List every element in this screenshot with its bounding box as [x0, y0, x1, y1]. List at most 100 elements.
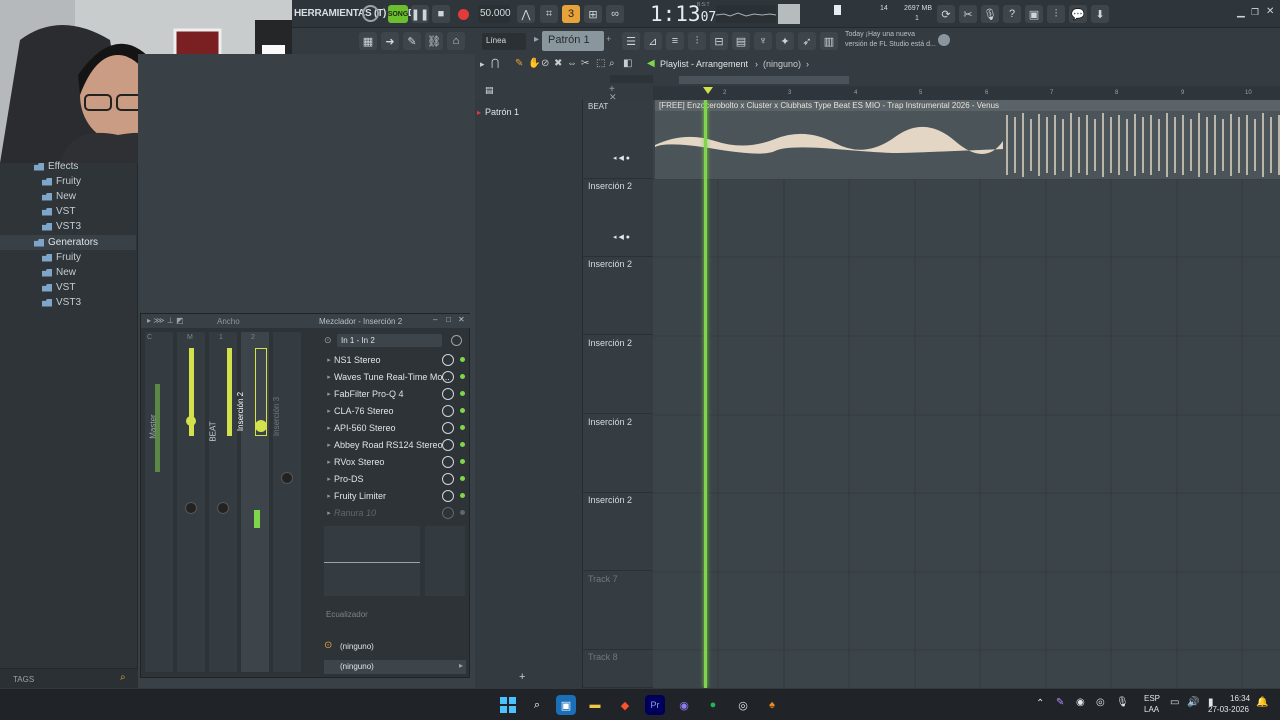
fl-studio-icon[interactable]: ♠ [762, 695, 782, 715]
minimize-button[interactable]: ▁ [1237, 7, 1245, 18]
mute-tool-icon[interactable]: ✖ [554, 58, 562, 69]
link-button[interactable]: ⛓ [425, 32, 443, 50]
tools-mic-button[interactable]: ✦ [776, 32, 794, 50]
slot-enable-dot[interactable] [460, 357, 465, 362]
slot-mix-knob[interactable] [442, 353, 454, 366]
stamp-button[interactable]: ⌂ [447, 32, 465, 50]
news-line-2[interactable]: versión de FL Studio está d... [845, 41, 936, 48]
browser-item-fruity-gen[interactable]: Fruity [0, 250, 136, 265]
tray-pen-icon[interactable]: ✎ [1056, 697, 1064, 708]
record-button[interactable] [454, 5, 472, 23]
fx-slot[interactable]: ▸ Fruity Limiter [324, 488, 466, 503]
mixer-view-button[interactable]: ⫶ [688, 32, 706, 50]
fx-slot[interactable]: ▸ CLA-76 Stereo [324, 403, 466, 418]
track-mute-icon[interactable]: ◂ ◀ ● [613, 154, 630, 162]
piano-keys-button[interactable]: ▦ [359, 32, 377, 50]
slot-mix-knob[interactable] [442, 489, 454, 502]
news-line-1[interactable]: Today ¡Hay una nueva [845, 31, 915, 38]
playhead-line[interactable] [704, 100, 707, 688]
clock-time[interactable]: 16:34 [1230, 694, 1250, 703]
fx-slot-empty[interactable]: ▸ Ranura 10 [324, 505, 466, 520]
fx-slot[interactable]: ▸ FabFilter Pro-Q 4 [324, 386, 466, 401]
fx-slot[interactable]: ▸ NS1 Stereo [324, 352, 466, 367]
browser-item-vst[interactable]: VST [0, 204, 136, 219]
mixer-button[interactable]: ⫶ [1047, 5, 1065, 23]
news-button[interactable]: ▥ [820, 32, 838, 50]
pause-button[interactable]: ❚❚ [411, 5, 429, 23]
track-header[interactable]: BEAT ◂ ◀ ● [583, 100, 653, 179]
tempo-display[interactable]: 50.000 [478, 5, 511, 23]
playlist-grid[interactable]: [FREE] Enzocerobolto x Cluster x Clubhat… [653, 100, 1280, 688]
start-icon[interactable] [498, 695, 518, 715]
song-mode-button[interactable]: SONG [388, 5, 408, 23]
channel-rack-button[interactable]: ≡ [666, 32, 684, 50]
slot-enable-dot[interactable] [460, 391, 465, 396]
mixer-tools-icon[interactable]: ▸ ⋙ ⊥ ◩ [147, 316, 184, 325]
timeline-view-range[interactable] [679, 76, 849, 84]
track-header[interactable]: Inserción 2 [583, 257, 653, 335]
insert3-pan-knob[interactable] [281, 472, 293, 484]
arrangement-select[interactable]: (ninguno) [763, 59, 801, 69]
fx-slot[interactable]: ▸ Waves Tune Real-Time Mo... [324, 369, 466, 384]
restore-button[interactable]: ❐ [1251, 7, 1259, 18]
master-fader-knob[interactable] [186, 416, 196, 426]
slot-mix-knob[interactable] [442, 455, 454, 468]
browser-item-vst3[interactable]: VST3 [0, 219, 136, 234]
wait-input-button[interactable]: ⌗ [540, 5, 558, 23]
mixer-strip-master[interactable]: C Master [145, 332, 173, 672]
snap-select[interactable]: Línea [482, 33, 526, 50]
slot-mix-knob[interactable] [442, 506, 454, 519]
mixer-maximize-icon[interactable]: □ [446, 315, 451, 324]
pattern-list-icon[interactable]: ▤ [485, 85, 494, 96]
slot-mix-knob[interactable] [442, 472, 454, 485]
track-header[interactable]: Inserción 2 ◂ ◀ ● [583, 179, 653, 257]
fx-slot[interactable]: ▸ RVox Stereo [324, 454, 466, 469]
volume-icon[interactable]: 🔊 [1187, 697, 1199, 708]
slip-tool-icon[interactable]: ⇔ [567, 58, 577, 69]
playlist-menu-icon[interactable]: ▸ [480, 59, 485, 70]
slice-tool-icon[interactable]: ✂ [581, 58, 589, 69]
pencil-button[interactable]: ✎ [403, 32, 421, 50]
download-button[interactable]: ⬇ [1091, 5, 1109, 23]
track-header[interactable]: Inserción 2 [583, 493, 653, 571]
mixer-output-1[interactable]: ⊙ (ninguno) [324, 640, 466, 654]
plugin-db-button[interactable]: ▤ [732, 32, 750, 50]
tags-label[interactable]: TAGS [13, 675, 34, 684]
slot-enable-dot[interactable] [460, 374, 465, 379]
eq-sliders[interactable] [425, 526, 465, 596]
search-icon[interactable]: ⌕ [120, 672, 126, 683]
language-indicator[interactable]: ESP [1144, 694, 1160, 703]
notification-bell-icon[interactable]: 🔔 [1256, 697, 1268, 708]
slot-enable-dot[interactable] [460, 408, 465, 413]
pattern-add-icon[interactable]: + [519, 671, 525, 683]
network-icon[interactable]: ▭ [1170, 697, 1179, 708]
mixer-width-label[interactable]: Ancho [217, 317, 240, 326]
undo-history-button[interactable]: ⟳ [937, 5, 955, 23]
steam-icon[interactable]: ◎ [733, 695, 753, 715]
browser-item-effects[interactable]: Effects [0, 159, 136, 174]
slot-enable-dot[interactable] [460, 510, 465, 515]
slot-enable-dot[interactable] [460, 476, 465, 481]
playlist-button[interactable]: ☰ [622, 32, 640, 50]
stop-button[interactable]: ■ [432, 5, 450, 23]
draw-tool-icon[interactable]: ✎ [515, 58, 523, 69]
track-header[interactable]: Track 8 [583, 650, 653, 688]
loop-record-button[interactable]: ∞ [606, 5, 624, 23]
bar-ruler[interactable]: 2 3 4 5 6 7 8 9 10 [653, 86, 1280, 100]
slot-mix-knob[interactable] [442, 370, 454, 383]
mixer-strip-beat[interactable]: 1 BEAT [209, 332, 237, 672]
file-explorer-icon[interactable]: ▬ [585, 695, 605, 715]
insert2-volume-fader[interactable] [254, 510, 260, 528]
playback-tool-icon[interactable]: ◧ [623, 58, 632, 69]
delete-tool-icon[interactable]: ⊘ [541, 58, 549, 69]
pattern-selector[interactable]: Patrón 1 [542, 31, 604, 51]
paint-tool-icon[interactable]: ✋ [528, 58, 540, 69]
tray-chevron-up-icon[interactable]: ⌃ [1036, 698, 1044, 709]
input-settings-knob[interactable] [451, 335, 462, 346]
slot-enable-dot[interactable] [460, 493, 465, 498]
browser-item-vst-gen[interactable]: VST [0, 280, 136, 295]
tools-button[interactable]: ✂ [959, 5, 977, 23]
insert2-fader-knob[interactable] [255, 420, 267, 432]
search-icon[interactable]: ⌕ [527, 695, 547, 715]
keyboard-layout-indicator[interactable]: LAA [1144, 705, 1159, 714]
